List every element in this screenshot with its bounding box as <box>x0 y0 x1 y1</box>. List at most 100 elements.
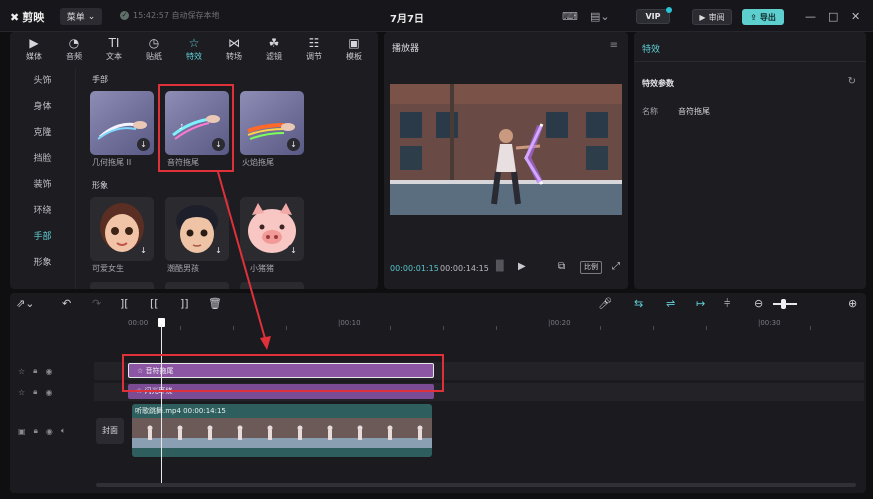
redo-icon[interactable]: ↷ <box>92 297 101 310</box>
export-button[interactable]: ⇪ 导出 <box>742 9 784 25</box>
preview-axis-icon[interactable]: ↦ <box>696 297 705 310</box>
minimize-icon[interactable]: — <box>805 10 816 23</box>
category-item[interactable]: 环绕 <box>10 198 75 224</box>
magnet-icon[interactable]: ⇌ <box>666 297 675 310</box>
avatar-label: 潮酷男孩 <box>167 264 199 273</box>
check-icon: ✓ <box>120 11 129 20</box>
tab-transition[interactable]: ⋈ 转场 <box>214 32 254 66</box>
vip-label: VIP <box>645 12 661 21</box>
tab-sticker[interactable]: ◷ 贴纸 <box>134 32 174 66</box>
avatar-thumb-partial[interactable] <box>240 282 304 289</box>
horizontal-scrollbar[interactable] <box>96 483 856 487</box>
audio-mute-icon[interactable]: 🔈︎ <box>61 426 66 436</box>
zoom-in-icon[interactable]: ⊕ <box>848 297 857 310</box>
eye-icon[interactable]: ◉ <box>45 367 52 376</box>
effect-thumb-fire-trail[interactable]: ↓ <box>240 91 304 155</box>
avatar-thumb-partial[interactable] <box>90 282 154 289</box>
ruler-tick <box>496 326 497 330</box>
download-icon[interactable]: ↓ <box>287 138 300 151</box>
tab-label: 调节 <box>306 52 322 61</box>
player-title: 播放器 <box>392 44 420 54</box>
menu-icon[interactable]: ≡ <box>610 40 618 51</box>
avatar-thumb-girl[interactable]: ↓ <box>90 197 154 261</box>
fullscreen-icon[interactable]: ⤢ <box>612 261 620 272</box>
category-item[interactable]: 克隆 <box>10 120 75 146</box>
category-item[interactable]: 身体 <box>10 94 75 120</box>
playhead-line[interactable] <box>161 324 162 484</box>
timeline-panel: ⇗⌄ ↶ ↷ ][ [[ ]] 🗑︎ 🎤︎ ⇆ ⇌ ↦ ⫩ ⊖ ⊕ 00:00 … <box>10 293 866 493</box>
fullscreen-crop-icon[interactable]: ⧉ <box>558 261 565 272</box>
ruler-tick <box>706 326 707 330</box>
tab-label: 媒体 <box>26 52 42 61</box>
video-track-icon: ▣ <box>18 426 26 436</box>
split-icon[interactable]: ][ <box>120 297 129 310</box>
tab-template[interactable]: ▣ 模板 <box>334 32 374 66</box>
category-item-hand[interactable]: 手部 <box>10 224 75 250</box>
menu-button[interactable]: 菜单 ⌄ <box>60 8 102 25</box>
adjust-icon: ☷ <box>308 36 320 50</box>
audio-icon: ◔ <box>68 36 80 50</box>
tab-media[interactable]: ▶︎ 媒体 <box>14 32 54 66</box>
download-icon[interactable]: ↓ <box>212 244 225 257</box>
player-panel: 播放器 ≡ 00:00:01:15 00:00:14:15 ▐▌ ▶ ⧉ 比例 … <box>384 32 628 289</box>
video-clip[interactable]: 听歌跳舞.mp4 00:00:14:15 <box>132 404 432 457</box>
tab-label: 文本 <box>106 52 122 61</box>
avatar-thumb-partial[interactable] <box>165 282 229 289</box>
category-item[interactable]: 挡脸 <box>10 146 75 172</box>
maximize-icon[interactable]: □ <box>828 10 838 23</box>
effects-icon: ☆ <box>18 366 26 376</box>
download-icon[interactable]: ↓ <box>287 244 300 257</box>
category-item[interactable]: 装饰 <box>10 172 75 198</box>
tab-audio[interactable]: ◔ 音频 <box>54 32 94 66</box>
align-icon[interactable]: ⫩ <box>724 297 730 311</box>
tab-text[interactable]: TI 文本 <box>94 32 134 66</box>
download-icon[interactable]: ↓ <box>137 244 150 257</box>
video-preview[interactable] <box>390 84 622 215</box>
properties-title[interactable]: 特效 <box>642 42 660 55</box>
avatar-thumb-pig[interactable]: ↓ <box>240 197 304 261</box>
transition-icon: ⋈ <box>228 36 240 50</box>
lock-icon[interactable]: 🔒︎ <box>33 366 37 376</box>
close-icon[interactable]: ✕ <box>851 10 860 23</box>
avatar-thumb-boy[interactable]: ↓ <box>165 197 229 261</box>
split-left-icon[interactable]: [[ <box>150 297 159 310</box>
properties-header: 特效 <box>634 32 866 62</box>
category-item[interactable]: 形象 <box>10 250 75 276</box>
filmstrip-frames-image <box>132 418 432 448</box>
params-title: 特效参数 <box>642 79 674 88</box>
vip-badge[interactable]: VIP <box>636 7 672 24</box>
microphone-icon[interactable]: 🎤︎ <box>598 297 612 310</box>
zoom-out-icon[interactable]: ⊖ <box>754 297 763 310</box>
undo-icon[interactable]: ↶ <box>62 297 71 310</box>
keyboard-icon[interactable]: ⌨ <box>562 8 578 24</box>
tab-adjust[interactable]: ☷ 调节 <box>294 32 334 66</box>
lock-icon[interactable]: 🔒︎ <box>33 387 37 397</box>
eye-icon[interactable]: ◉ <box>46 427 53 436</box>
lock-icon[interactable]: 🔒︎ <box>34 426 38 436</box>
ratio-button[interactable]: 比例 <box>580 261 602 274</box>
tab-effects[interactable]: ☆ 特效 <box>174 32 214 66</box>
select-pointer-icon[interactable]: ⇗⌄ <box>16 297 34 310</box>
effect-track-header: ☆ 🔒︎ ◉ <box>14 384 90 400</box>
cover-button[interactable]: 封面 <box>96 418 124 444</box>
tab-filter[interactable]: ☘ 滤镜 <box>254 32 294 66</box>
name-label: 名称 <box>642 107 658 116</box>
ruler-tick <box>233 326 234 330</box>
review-button[interactable]: ▶ 审阅 <box>692 9 732 25</box>
time-ruler[interactable]: 00:00 |00:10 |00:20 |00:30 <box>128 317 864 331</box>
effect-thumb-geometric[interactable]: ↓ <box>90 91 154 155</box>
download-icon[interactable]: ↓ <box>137 138 150 151</box>
reset-icon[interactable]: ↻ <box>848 76 856 87</box>
eye-icon[interactable]: ◉ <box>45 388 52 397</box>
zoom-slider-knob[interactable] <box>781 299 786 309</box>
category-item[interactable]: 头饰 <box>10 68 75 94</box>
layout-icon[interactable]: ▤⌄ <box>590 8 610 24</box>
timeline-toggle-icon[interactable]: ▐▌ <box>492 261 507 272</box>
link-clips-icon[interactable]: ⇆ <box>634 297 643 310</box>
filter-icon: ☘ <box>268 36 280 50</box>
notification-dot <box>666 7 672 13</box>
effect-track-header: ☆ 🔒︎ ◉ <box>14 363 90 379</box>
play-icon[interactable]: ▶ <box>518 261 526 272</box>
delete-icon[interactable]: 🗑︎ <box>208 297 222 310</box>
split-right-icon[interactable]: ]] <box>180 297 189 310</box>
